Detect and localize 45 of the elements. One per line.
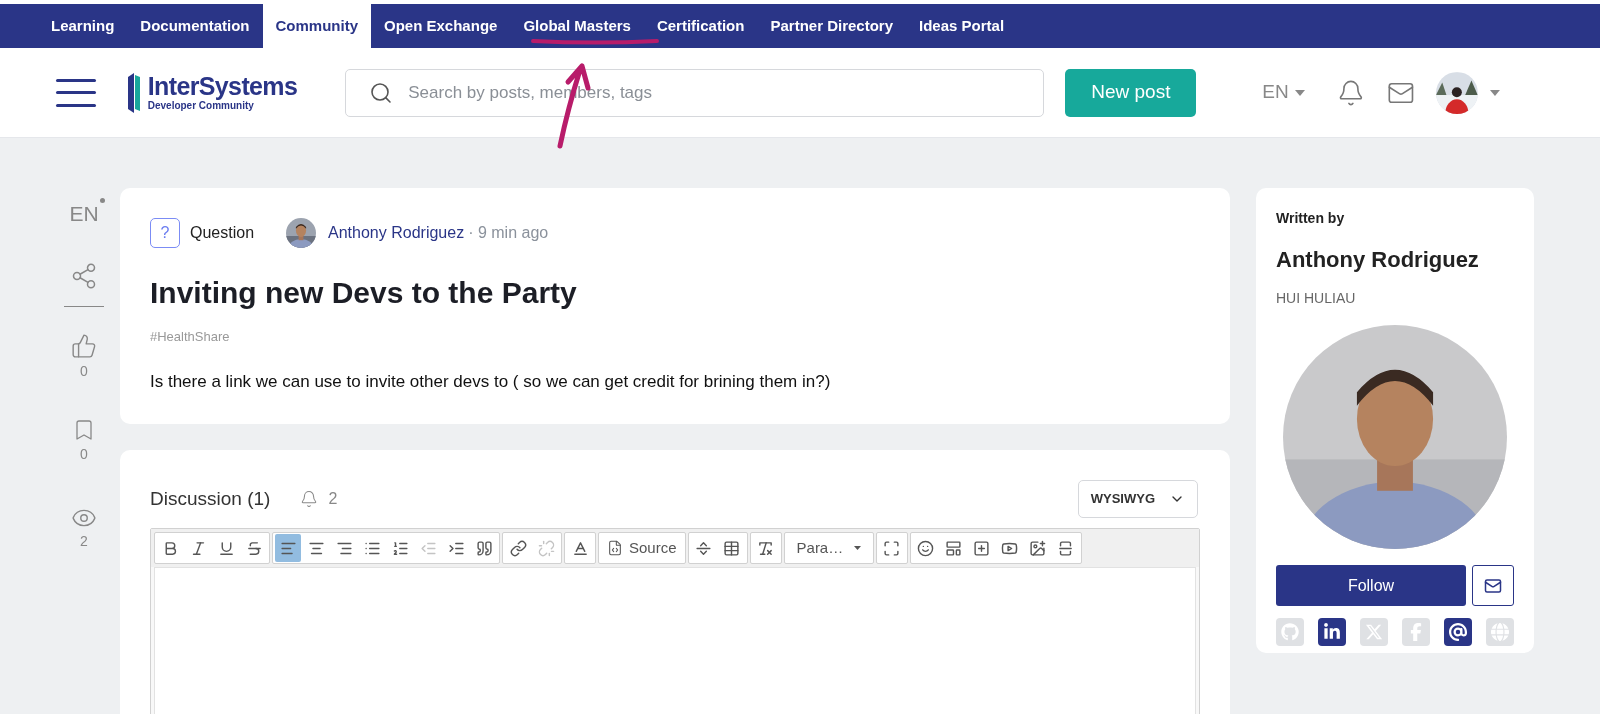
- nav-tab[interactable]: Community: [262, 4, 371, 48]
- post-body: Is there a link we can use to invite other devs to ( so we can get credit for brining them in?): [150, 370, 832, 393]
- question-badge: ?: [150, 218, 180, 248]
- nav-tab[interactable]: Partner Directory: [757, 4, 906, 48]
- at-sign-icon[interactable]: [1444, 618, 1472, 646]
- search-icon: [369, 80, 394, 105]
- author-name: Anthony Rodriguez: [1276, 246, 1480, 274]
- menu-icon[interactable]: [56, 78, 96, 107]
- bookmark-count: 0: [80, 444, 88, 464]
- paragraph-format-dropdown[interactable]: Para…: [786, 534, 871, 562]
- share-icon[interactable]: [70, 261, 98, 290]
- editor-mode-dropdown[interactable]: WYSIWYG: [1077, 480, 1198, 518]
- views-count: 2: [80, 531, 88, 551]
- caret-icon: [853, 546, 861, 550]
- like-icon[interactable]: [71, 332, 97, 359]
- language-selector[interactable]: EN: [1262, 78, 1305, 107]
- nav-tab[interactable]: Documentation: [127, 4, 263, 48]
- source-icon: [607, 540, 623, 556]
- nav-tab[interactable]: Learning: [38, 4, 128, 48]
- caret-icon: [1490, 89, 1500, 96]
- author-company: HUI HULIAU: [1276, 289, 1357, 308]
- logo-tagline: Developer Community: [147, 101, 254, 111]
- caret-icon: [1294, 89, 1305, 96]
- nav-tab[interactable]: Open Exchange: [371, 4, 511, 48]
- subscribe-bell-icon[interactable]: [300, 490, 319, 508]
- user-avatar[interactable]: [1436, 71, 1479, 114]
- linkedin-icon[interactable]: [1318, 618, 1346, 646]
- post-title: Inviting new Devs to the Party: [150, 275, 578, 311]
- follow-button[interactable]: Follow: [1276, 565, 1466, 606]
- nav-tab[interactable]: Global Masters: [510, 4, 644, 48]
- nav-tab[interactable]: Certification: [643, 4, 758, 48]
- author-link[interactable]: Anthony Rodriguez: [328, 221, 465, 245]
- like-count: 0: [80, 361, 88, 381]
- author-avatar[interactable]: [286, 218, 317, 248]
- post-type: Question: [190, 223, 255, 243]
- align-left-icon[interactable]: [275, 534, 301, 562]
- nav-tab[interactable]: Ideas Portal: [906, 4, 1018, 48]
- discussion-title: Discussion (1): [150, 486, 271, 511]
- post-time: · 9 min ago: [468, 223, 549, 243]
- source-button[interactable]: Source: [601, 534, 683, 562]
- written-by-label: Written by: [1276, 209, 1346, 228]
- message-button[interactable]: [1472, 565, 1514, 606]
- logo-icon: [125, 72, 142, 113]
- subscriber-count: 2: [328, 489, 338, 509]
- mail-icon: [1484, 576, 1502, 595]
